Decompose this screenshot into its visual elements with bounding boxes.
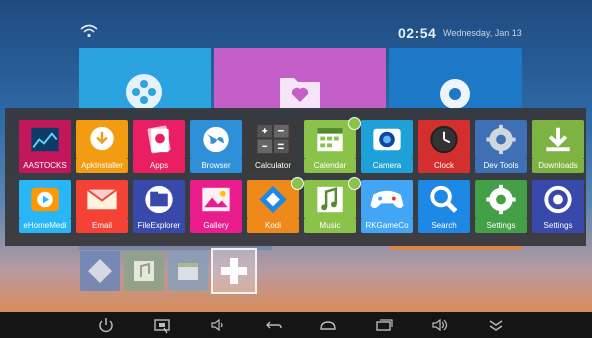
app-label: RKGameCo xyxy=(361,219,413,233)
app-label: Calculator xyxy=(247,159,299,173)
app-label: Clock xyxy=(418,159,470,173)
screenshot-icon[interactable] xyxy=(152,316,172,334)
app-label: Email xyxy=(76,219,128,233)
dock-music[interactable] xyxy=(124,251,164,291)
folder-icon xyxy=(133,180,185,219)
app-label: Downloads xyxy=(532,159,584,173)
clock-icon xyxy=(418,120,470,159)
app-label: ApkInstaller xyxy=(76,159,128,173)
status-time: 02:54 xyxy=(398,25,437,41)
back-icon[interactable] xyxy=(264,316,284,334)
app-label: Music xyxy=(304,219,356,233)
music-icon xyxy=(134,261,154,281)
app-label: Apps xyxy=(133,159,185,173)
power-icon[interactable] xyxy=(96,316,116,334)
media-icon xyxy=(19,180,71,219)
kodi-icon xyxy=(88,259,112,283)
app-label: eHomeMedi xyxy=(19,219,71,233)
film-reel-icon xyxy=(126,74,162,110)
app-label: Camera xyxy=(361,159,413,173)
app-drawer: AASTOCKS ApkInstaller Apps Browser Calculato… xyxy=(5,108,586,246)
aastocks-icon xyxy=(19,120,71,159)
installed-check-icon xyxy=(291,177,304,190)
apps-icon xyxy=(133,120,185,159)
settings-alt-icon xyxy=(532,180,584,219)
dock-calendar[interactable] xyxy=(168,251,208,291)
installed-check-icon xyxy=(348,117,361,130)
app-label: Dev Tools xyxy=(475,159,527,173)
home-icon[interactable] xyxy=(318,316,338,334)
gear-icon xyxy=(475,120,527,159)
apk-installer-icon xyxy=(76,120,128,159)
bg-gear-icon xyxy=(440,79,470,109)
installed-check-icon xyxy=(348,177,361,190)
app-label: Kodi xyxy=(247,219,299,233)
app-label: AASTOCKS xyxy=(19,159,71,173)
calendar-icon xyxy=(178,263,198,280)
wifi-icon xyxy=(80,24,98,38)
navigation-bar xyxy=(0,312,592,338)
app-label: Settings xyxy=(475,219,527,233)
home-tile-bottom-right xyxy=(389,246,522,250)
search-icon xyxy=(418,180,470,219)
status-date: Wednesday, Jan 13 xyxy=(443,28,522,38)
heart-folder-icon xyxy=(280,78,320,108)
recent-apps-icon[interactable] xyxy=(374,316,394,334)
envelope-icon xyxy=(76,180,128,219)
add-shortcut-button[interactable] xyxy=(211,248,257,294)
collapse-icon[interactable] xyxy=(486,316,506,334)
volume-up-icon[interactable] xyxy=(430,316,450,334)
camera-icon xyxy=(361,120,413,159)
app-label: Search xyxy=(418,219,470,233)
app-label: Gallery xyxy=(190,219,242,233)
download-icon xyxy=(532,120,584,159)
app-label: FileExplorer xyxy=(133,219,185,233)
app-label: Calendar xyxy=(304,159,356,173)
calculator-icon xyxy=(247,120,299,159)
settings-icon xyxy=(475,180,527,219)
plus-icon xyxy=(221,258,247,284)
picture-icon xyxy=(190,180,242,219)
dock-kodi[interactable] xyxy=(80,251,120,291)
app-label: Settings xyxy=(532,219,584,233)
app-label: Browser xyxy=(190,159,242,173)
gamepad-icon xyxy=(361,180,413,219)
volume-down-icon[interactable] xyxy=(208,316,228,334)
globe-icon xyxy=(190,120,242,159)
